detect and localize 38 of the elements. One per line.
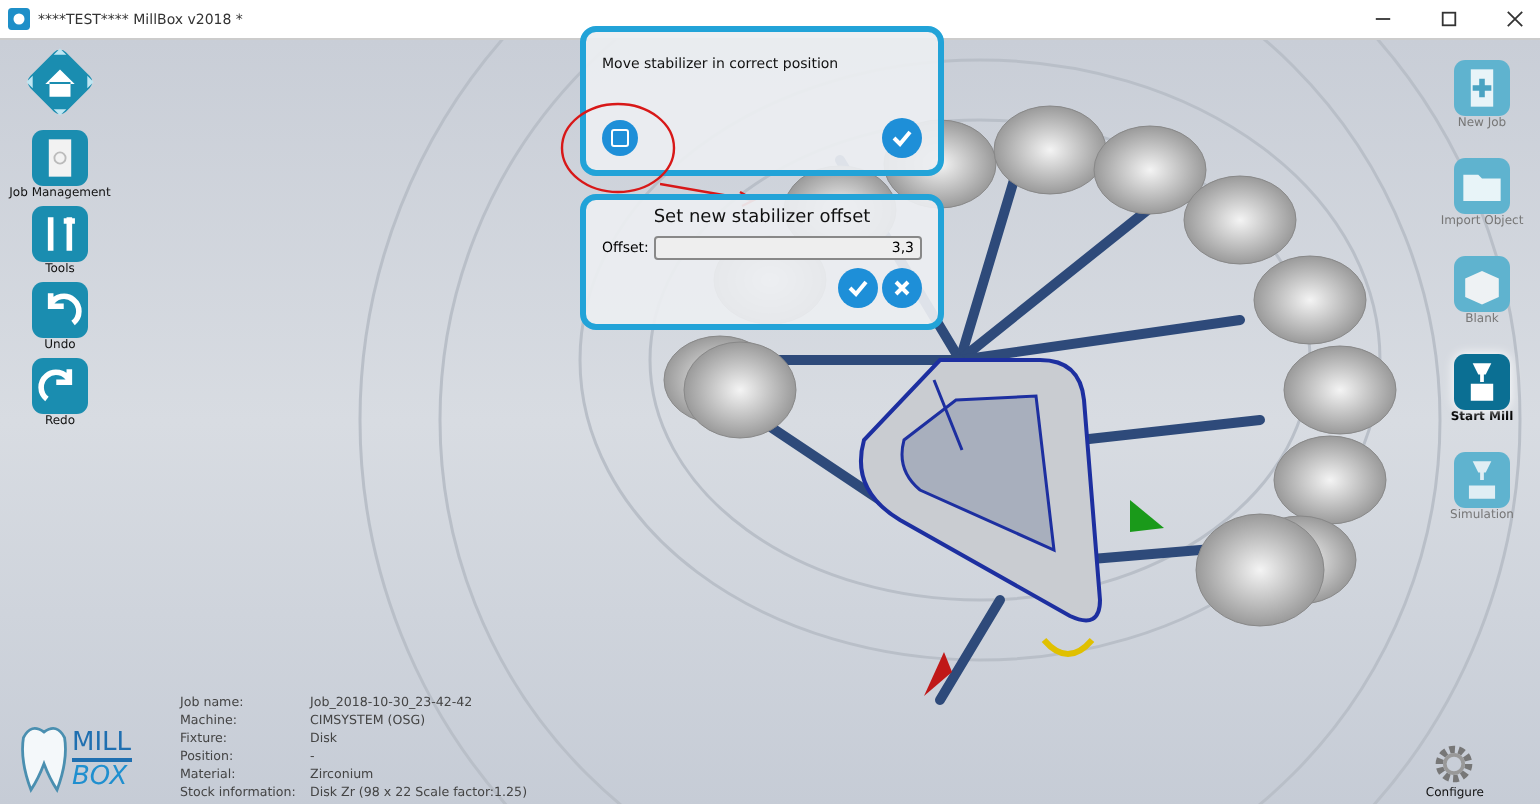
tooth xyxy=(1183,175,1297,265)
tooth xyxy=(1195,513,1325,627)
move-handle[interactable] xyxy=(1130,500,1164,532)
new-document-icon[interactable] xyxy=(1454,60,1510,116)
rotate-handle[interactable] xyxy=(1041,637,1095,657)
undo-icon[interactable] xyxy=(32,282,88,338)
square-icon xyxy=(610,128,630,148)
document-icon[interactable] xyxy=(32,130,88,186)
tooth xyxy=(1093,125,1207,215)
redo-icon[interactable] xyxy=(32,358,88,414)
move-handle[interactable] xyxy=(924,652,952,696)
annotation-ellipse xyxy=(558,100,678,196)
mill-simulation-icon[interactable] xyxy=(1454,452,1510,508)
tooth xyxy=(993,105,1107,195)
close-icon[interactable] xyxy=(1506,10,1524,28)
tooth xyxy=(1273,435,1387,525)
maximize-icon[interactable] xyxy=(1440,10,1458,28)
cancel-button[interactable] xyxy=(882,268,922,308)
confirm-button[interactable] xyxy=(882,118,922,158)
mill-icon[interactable] xyxy=(1453,354,1510,410)
logo-text: MILL xyxy=(72,729,132,761)
logo-text: BOX xyxy=(72,761,130,791)
tooth xyxy=(683,341,797,439)
tooth xyxy=(1283,345,1397,435)
checkmark-icon xyxy=(846,276,870,300)
close-icon xyxy=(890,276,914,300)
tooth xyxy=(1253,255,1367,345)
stabilizer-button[interactable] xyxy=(602,120,638,156)
app-icon xyxy=(8,8,30,30)
box-icon[interactable] xyxy=(1454,256,1510,312)
stabilizer-frame[interactable] xyxy=(859,358,1102,623)
support-rod xyxy=(935,595,1005,705)
confirm-button[interactable] xyxy=(838,268,878,308)
settings-icon[interactable] xyxy=(1432,742,1477,786)
tools-icon[interactable] xyxy=(32,206,88,262)
dialog-title: Set new stabilizer offset xyxy=(651,208,873,228)
folder-icon[interactable] xyxy=(1454,158,1510,214)
checkmark-icon xyxy=(890,126,914,150)
